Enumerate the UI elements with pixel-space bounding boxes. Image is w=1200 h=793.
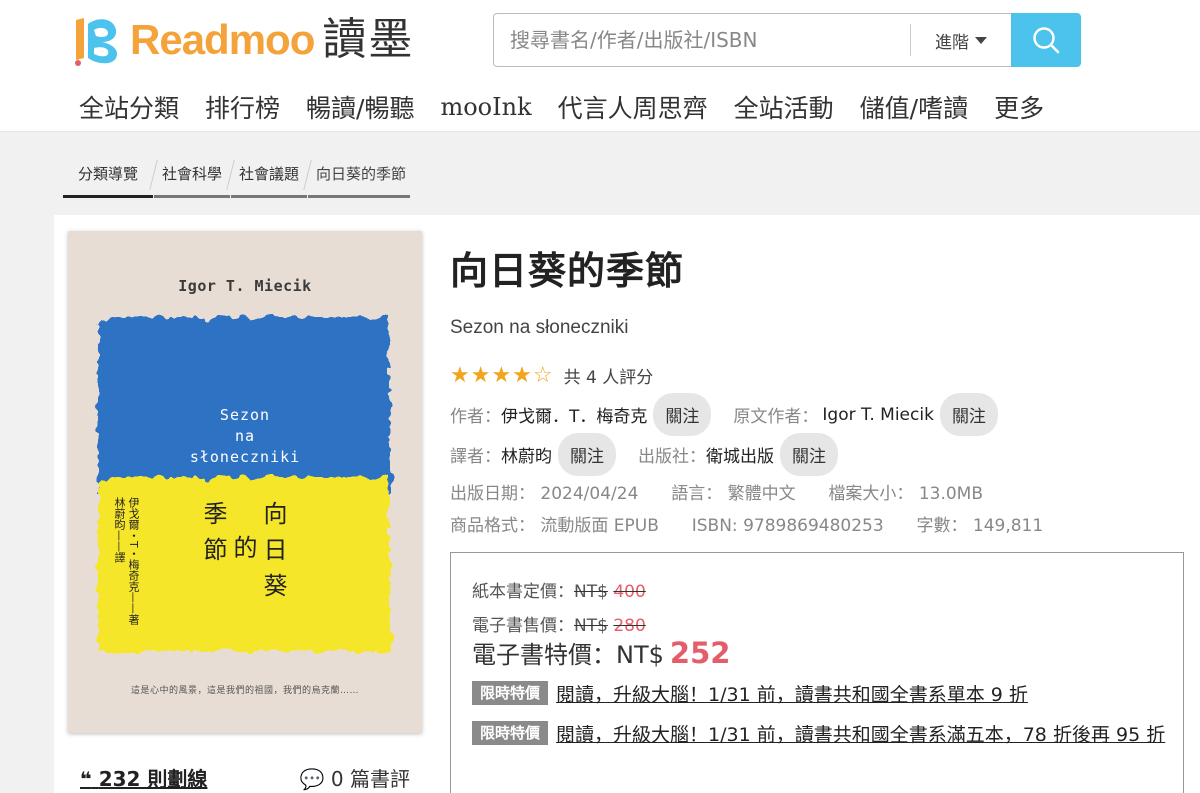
author-name[interactable]: 伊戈爾．T．梅奇克 xyxy=(501,402,647,427)
paper-price-row: 紙本書定價：NT$ 400 xyxy=(472,577,646,602)
nav-events[interactable]: 全站活動 xyxy=(721,89,847,125)
cover-author-zh: 伊戈爾・T・梅奇克——著 林蔚昀——譯 xyxy=(113,497,140,625)
search-bar: 進階 xyxy=(493,13,1081,67)
nav-spokesperson[interactable]: 代言人周思齊 xyxy=(545,89,721,125)
format-label: 商品格式： xyxy=(450,516,535,536)
book-stats: ❝ 232 則劃線 💬 0 篇書評 xyxy=(80,763,410,792)
cover-author: Igor T. Miecik xyxy=(178,277,312,295)
follow-translator-button[interactable]: 關注 xyxy=(558,433,616,476)
filesize-value: 13.0MB xyxy=(918,484,984,504)
cover-polish-title: Sezon na słoneczniki xyxy=(189,406,301,466)
author-row: 作者： 伊戈爾．T．梅奇克 關注 原文作者： Igor T. Miecik 關注 xyxy=(450,393,1020,436)
nav-rankings[interactable]: 排行榜 xyxy=(192,89,293,125)
language-label: 語言： xyxy=(671,484,723,504)
breadcrumb-item-social-science[interactable]: 社會科學 xyxy=(154,152,231,198)
book-cover[interactable]: Igor T. Miecik Sezon na słoneczniki 向日葵 … xyxy=(68,231,422,733)
highlights-count: 232 則劃線 xyxy=(98,767,208,791)
search-box: 進階 xyxy=(493,13,1011,67)
cover-title-col-1: 向日葵 xyxy=(259,501,287,609)
filesize-label: 檔案大小： xyxy=(828,484,914,504)
quote-icon: ❝ xyxy=(80,767,92,791)
language-value: 繁體中文 xyxy=(727,484,796,504)
rating-stars: ★★★★☆ xyxy=(450,363,554,388)
nav-mooink[interactable]: mooInk xyxy=(427,93,544,121)
ebook-price-currency: NT$ xyxy=(574,616,608,636)
search-icon xyxy=(1033,27,1060,54)
follow-original-author-button[interactable]: 關注 xyxy=(939,393,998,436)
site-header: Readmoo 讀墨 進階 全站分類 排行榜 暢讀/暢聽 mooInk 代言人周… xyxy=(0,0,1200,132)
main-nav: 全站分類 排行榜 暢讀/暢聽 mooInk 代言人周思齊 全站活動 儲值/嗜讀 … xyxy=(66,84,1057,130)
follow-publisher-button[interactable]: 關注 xyxy=(780,433,838,476)
meta-row-1: 出版日期： 2024/04/24 語言： 繁體中文 檔案大小： 13.0MB xyxy=(450,479,983,504)
advanced-search-dropdown[interactable]: 進階 xyxy=(911,14,1011,66)
rating-count: 共 4 人評分 xyxy=(563,368,654,388)
words-label: 字數： xyxy=(916,516,968,536)
special-price-value: 252 xyxy=(669,636,731,670)
rating: ★★★★☆ 共 4 人評分 xyxy=(450,363,653,388)
pubdate-label: 出版日期： xyxy=(450,484,535,504)
ebook-price-label: 電子書售價： xyxy=(472,616,574,636)
reviews-link[interactable]: 💬 0 篇書評 xyxy=(300,763,410,792)
paper-price-currency: NT$ xyxy=(574,582,608,602)
translator-row: 譯者： 林蔚昀 關注 出版社： 衛城出版 關注 xyxy=(450,433,860,476)
original-author-name[interactable]: Igor T. Miecik xyxy=(822,405,934,425)
nav-topup[interactable]: 儲值/嗜讀 xyxy=(847,89,981,125)
breadcrumb: 分類導覽 社會科學 社會議題 向日葵的季節 xyxy=(63,152,411,198)
translator-label: 譯者： xyxy=(450,447,501,467)
promo-tag: 限時特價 xyxy=(472,721,549,745)
publisher-label: 出版社： xyxy=(638,447,706,467)
format-value: 流動版面 EPUB xyxy=(540,516,659,536)
nav-unlimited[interactable]: 暢讀/暢聽 xyxy=(293,89,427,125)
author-label: 作者： xyxy=(450,407,501,427)
price-box: 紙本書定價：NT$ 400 電子書售價：NT$ 280 電子書特價：NT$ 25… xyxy=(450,552,1184,793)
breadcrumb-item-browse[interactable]: 分類導覽 xyxy=(63,152,154,198)
promo-tag: 限時特價 xyxy=(472,681,549,705)
cover-title-col-2: 的 xyxy=(229,535,257,571)
translator-name[interactable]: 林蔚昀 xyxy=(501,442,552,467)
pubdate-value: 2024/04/24 xyxy=(540,484,639,504)
readmoo-logo-icon xyxy=(70,14,128,66)
caret-down-icon xyxy=(975,36,987,44)
search-button[interactable] xyxy=(1011,13,1081,67)
cover-tagline: 這是心中的風景，這是我們的祖國，我們的烏克蘭…… xyxy=(130,686,359,696)
nav-more[interactable]: 更多 xyxy=(981,89,1057,125)
paper-price-value: 400 xyxy=(613,582,646,602)
promo-item: 限時特價 閱讀，升級大腦！1/31 前，讀書共和國全書系單本 9 折 xyxy=(472,677,1172,713)
cover-title-col-3: 季節 xyxy=(199,501,227,573)
isbn-value: 9789869480253 xyxy=(743,516,884,536)
highlights-link[interactable]: ❝ 232 則劃線 xyxy=(80,763,207,792)
readmoo-logo[interactable]: Readmoo 讀墨 xyxy=(70,12,414,68)
logo-text: Readmoo xyxy=(130,16,315,63)
follow-author-button[interactable]: 關注 xyxy=(653,393,712,436)
book-title: 向日葵的季節 xyxy=(450,249,685,293)
special-price-row: 電子書特價：NT$ 252 xyxy=(472,635,730,670)
promo-link[interactable]: 閱讀，升級大腦！1/31 前，讀書共和國全書系滿五本，78 折後再 95 折 xyxy=(556,724,1165,746)
comment-icon: 💬 xyxy=(299,767,325,791)
ebook-price-row: 電子書售價：NT$ 280 xyxy=(472,611,646,636)
breadcrumb-item-social-issues[interactable]: 社會議題 xyxy=(231,152,308,198)
publisher-name[interactable]: 衛城出版 xyxy=(706,442,774,467)
ebook-price-value: 280 xyxy=(613,616,646,636)
original-author-label: 原文作者： xyxy=(733,407,819,427)
book-subtitle: Sezon na słoneczniki xyxy=(450,317,629,338)
words-value: 149,811 xyxy=(972,516,1044,536)
promo-link[interactable]: 閱讀，升級大腦！1/31 前，讀書共和國全書系單本 9 折 xyxy=(556,684,1028,706)
breadcrumb-item-current: 向日葵的季節 xyxy=(308,152,411,198)
paper-price-label: 紙本書定價： xyxy=(472,582,574,602)
promo-item: 限時特價 閱讀，升級大腦！1/31 前，讀書共和國全書系滿五本，78 折後再 95… xyxy=(472,717,1172,753)
reviews-count: 0 篇書評 xyxy=(330,767,410,791)
special-price-label: 電子書特價：NT$ xyxy=(472,641,664,669)
isbn-label: ISBN: xyxy=(691,516,738,536)
search-input[interactable] xyxy=(494,14,910,66)
book-detail-panel: Igor T. Miecik Sezon na słoneczniki 向日葵 … xyxy=(54,215,1200,793)
logo-chinese: 讀墨 xyxy=(322,14,415,65)
meta-row-2: 商品格式： 流動版面 EPUB ISBN: 9789869480253 字數： … xyxy=(450,511,1043,536)
nav-all-categories[interactable]: 全站分類 xyxy=(66,89,192,125)
advanced-search-label: 進階 xyxy=(935,32,969,53)
